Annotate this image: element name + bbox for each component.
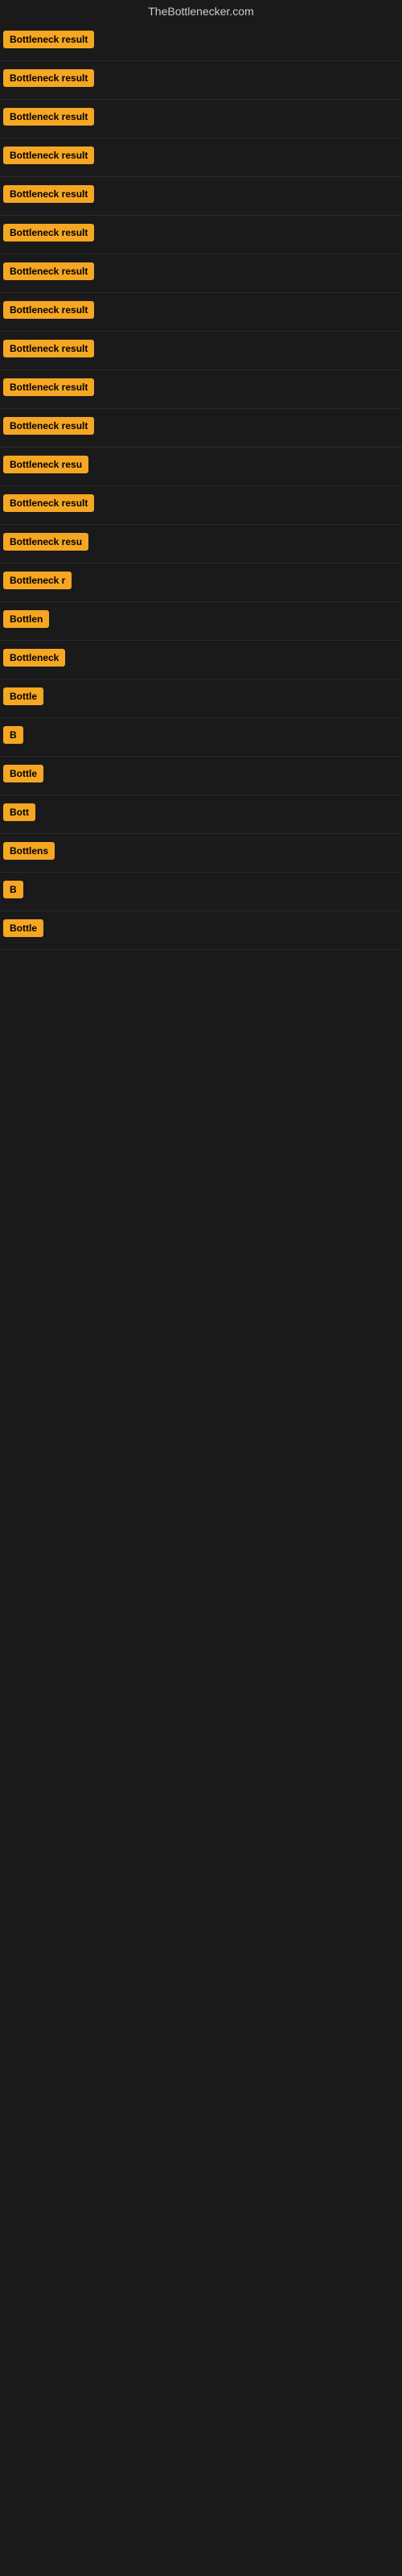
bottleneck-result-badge[interactable]: Bottleneck result <box>3 69 94 87</box>
result-row: B <box>0 718 402 757</box>
result-row: Bottle <box>0 757 402 795</box>
result-row: Bottlen <box>0 602 402 641</box>
bottleneck-result-badge[interactable]: Bottlens <box>3 842 55 860</box>
result-row: Bottleneck r <box>0 564 402 602</box>
bottleneck-result-badge[interactable]: Bottleneck result <box>3 378 94 396</box>
bottleneck-result-badge[interactable]: Bottleneck result <box>3 147 94 164</box>
bottleneck-result-badge[interactable]: Bottle <box>3 687 43 705</box>
result-row: B <box>0 873 402 911</box>
result-row: Bottleneck result <box>0 370 402 409</box>
result-row: Bottleneck result <box>0 61 402 100</box>
bottleneck-result-badge[interactable]: Bottle <box>3 919 43 937</box>
bottleneck-result-badge[interactable]: Bottleneck result <box>3 417 94 435</box>
site-title-bar: TheBottlenecker.com <box>0 0 402 23</box>
bottleneck-result-badge[interactable]: Bottleneck resu <box>3 533 88 551</box>
result-row: Bottlens <box>0 834 402 873</box>
bottleneck-result-badge[interactable]: Bottleneck result <box>3 185 94 203</box>
result-row: Bottleneck resu <box>0 525 402 564</box>
result-row: Bottleneck result <box>0 332 402 370</box>
result-row: Bottleneck result <box>0 293 402 332</box>
bottleneck-result-badge[interactable]: B <box>3 726 23 744</box>
bottleneck-result-badge[interactable]: Bottleneck <box>3 649 65 667</box>
result-row: Bottleneck resu <box>0 448 402 486</box>
bottleneck-result-badge[interactable]: Bottleneck result <box>3 494 94 512</box>
bottleneck-result-badge[interactable]: Bottleneck result <box>3 262 94 280</box>
result-row: Bottleneck result <box>0 23 402 61</box>
bottleneck-result-badge[interactable]: Bott <box>3 803 35 821</box>
bottleneck-result-badge[interactable]: Bottleneck result <box>3 301 94 319</box>
result-row: Bottleneck result <box>0 216 402 254</box>
bottleneck-result-badge[interactable]: Bottlen <box>3 610 49 628</box>
bottleneck-result-badge[interactable]: Bottleneck r <box>3 572 72 589</box>
result-row: Bottle <box>0 679 402 718</box>
bottleneck-result-badge[interactable]: Bottleneck result <box>3 31 94 48</box>
result-row: Bottleneck result <box>0 100 402 138</box>
result-row: Bottleneck result <box>0 486 402 525</box>
site-title: TheBottlenecker.com <box>0 0 402 23</box>
result-row: Bottle <box>0 911 402 950</box>
result-row: Bottleneck result <box>0 177 402 216</box>
bottleneck-result-badge[interactable]: Bottleneck resu <box>3 456 88 473</box>
result-row: Bottleneck <box>0 641 402 679</box>
results-list: Bottleneck result Bottleneck result Bottle… <box>0 23 402 950</box>
result-row: Bott <box>0 795 402 834</box>
result-row: Bottleneck result <box>0 409 402 448</box>
bottleneck-result-badge[interactable]: Bottleneck result <box>3 108 94 126</box>
bottleneck-result-badge[interactable]: B <box>3 881 23 898</box>
result-row: Bottleneck result <box>0 254 402 293</box>
bottleneck-result-badge[interactable]: Bottleneck result <box>3 340 94 357</box>
bottleneck-result-badge[interactable]: Bottleneck result <box>3 224 94 242</box>
result-row: Bottleneck result <box>0 138 402 177</box>
bottleneck-result-badge[interactable]: Bottle <box>3 765 43 782</box>
